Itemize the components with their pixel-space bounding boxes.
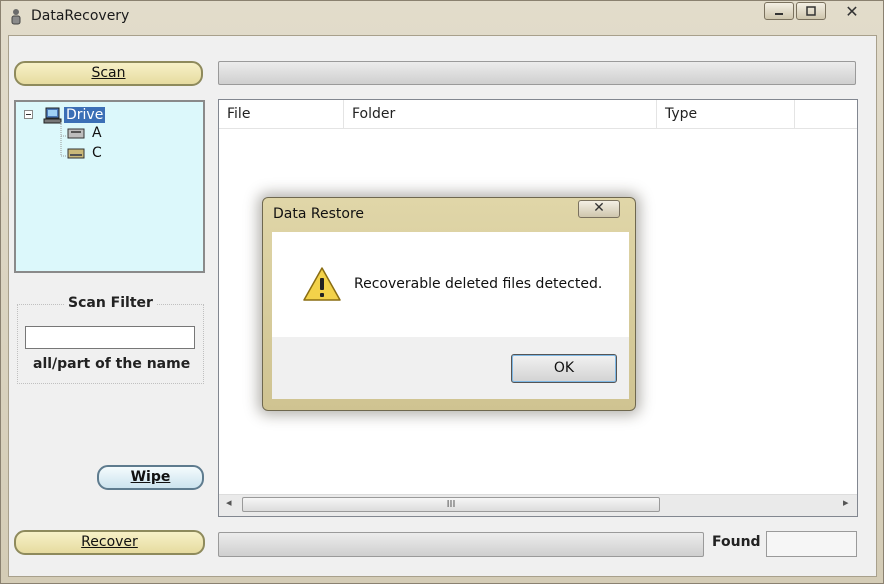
close-button[interactable]: ✕ bbox=[828, 1, 876, 21]
column-type[interactable]: Type bbox=[657, 100, 795, 128]
scan-progress-bar bbox=[218, 61, 856, 85]
scroll-left-icon[interactable]: ◂ bbox=[226, 496, 232, 509]
dialog-message: Recoverable deleted files detected. bbox=[354, 276, 603, 292]
list-header: File Folder Type bbox=[219, 100, 857, 129]
column-file[interactable]: File bbox=[219, 100, 344, 128]
close-icon: ✕ bbox=[593, 200, 605, 216]
scan-filter-title: Scan Filter bbox=[64, 295, 157, 311]
ok-button[interactable]: OK bbox=[511, 354, 617, 383]
scroll-thumb[interactable]: III bbox=[242, 497, 660, 512]
close-icon: ✕ bbox=[845, 1, 859, 21]
tree-node-a[interactable]: A bbox=[66, 124, 102, 142]
drive-tree[interactable]: Drive A C bbox=[14, 100, 205, 273]
dialog-title: Data Restore bbox=[273, 206, 364, 222]
warning-icon bbox=[303, 267, 341, 301]
tree-label-c: C bbox=[92, 145, 102, 161]
found-count bbox=[766, 531, 857, 557]
title-bar[interactable]: DataRecovery ✕ bbox=[1, 1, 883, 33]
scan-button[interactable]: Scan bbox=[14, 61, 203, 86]
tree-label-drive: Drive bbox=[64, 107, 106, 123]
window-title: DataRecovery bbox=[31, 8, 130, 24]
maximize-icon bbox=[806, 6, 816, 16]
filter-input[interactable] bbox=[25, 326, 195, 349]
tree-node-c[interactable]: C bbox=[66, 144, 102, 162]
filter-hint: all/part of the name bbox=[33, 356, 191, 372]
tree-connector bbox=[60, 122, 69, 157]
app-icon bbox=[11, 9, 21, 25]
minimize-button[interactable] bbox=[764, 2, 794, 20]
recover-progress-bar bbox=[218, 532, 704, 557]
column-folder[interactable]: Folder bbox=[344, 100, 657, 128]
minimize-icon bbox=[775, 13, 783, 15]
recover-button[interactable]: Recover bbox=[14, 530, 205, 555]
found-label: Found bbox=[712, 534, 761, 550]
wipe-button[interactable]: Wipe bbox=[97, 465, 204, 490]
tree-label-a: A bbox=[92, 125, 102, 141]
collapse-icon[interactable] bbox=[24, 110, 34, 120]
dialog-close-button[interactable]: ✕ bbox=[578, 200, 620, 218]
maximize-button[interactable] bbox=[796, 2, 826, 20]
scroll-right-icon[interactable]: ▸ bbox=[843, 496, 849, 509]
